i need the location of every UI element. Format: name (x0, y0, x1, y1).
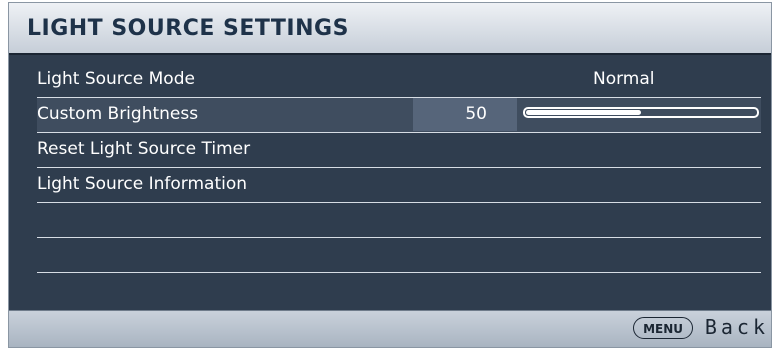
menu-item-empty (37, 238, 761, 273)
menu-item-label: Light Source Information (37, 174, 248, 194)
menu-item-light-source-mode[interactable]: Light Source Mode Normal (37, 63, 761, 98)
footer-bar: MENU Back (9, 310, 771, 347)
brightness-value-box[interactable]: 50 (413, 98, 517, 131)
brightness-slider[interactable] (523, 107, 759, 118)
title-bar: LIGHT SOURCE SETTINGS (9, 3, 771, 55)
menu-item-label: Light Source Mode (37, 69, 195, 89)
menu-item-label: Reset Light Source Timer (37, 139, 251, 159)
light-source-mode-value: Normal (593, 69, 655, 89)
menu-item-reset-light-source-timer[interactable]: Reset Light Source Timer (37, 133, 761, 168)
back-label[interactable]: Back (705, 315, 769, 339)
menu-item-light-source-information[interactable]: Light Source Information (37, 168, 761, 203)
menu-item-label: Custom Brightness (37, 104, 199, 124)
menu-item-empty (37, 203, 761, 238)
slider-fill (526, 110, 641, 115)
menu-title: LIGHT SOURCE SETTINGS (27, 16, 349, 41)
menu-item-custom-brightness[interactable]: Custom Brightness 50 (37, 98, 761, 133)
light-source-settings-menu: LIGHT SOURCE SETTINGS Light Source Mode … (8, 2, 772, 348)
menu-key-icon[interactable]: MENU (633, 317, 693, 339)
